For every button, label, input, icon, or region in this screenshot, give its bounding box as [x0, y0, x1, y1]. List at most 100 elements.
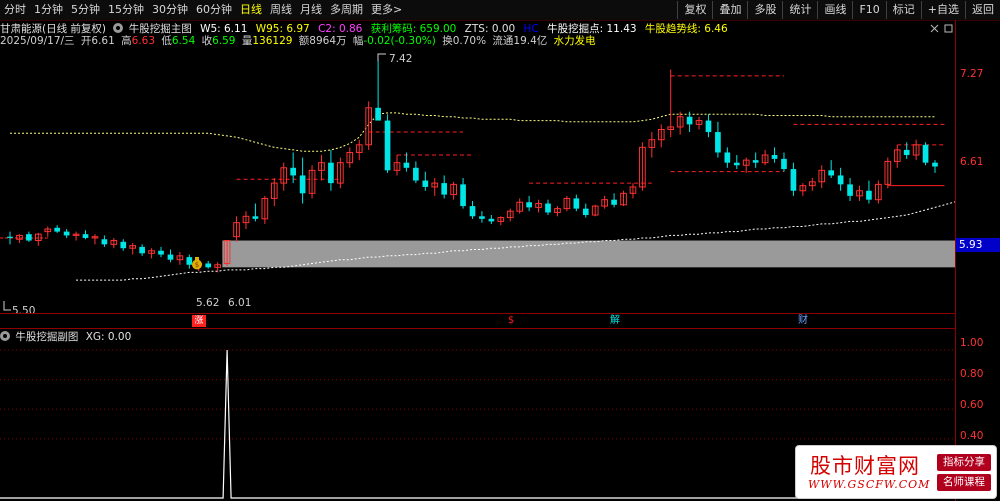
toolbar-button[interactable]: +自选: [920, 1, 965, 19]
svg-text:$: $: [195, 261, 199, 269]
money-bag-icon[interactable]: $: [190, 256, 204, 270]
candle: [280, 162, 288, 191]
candle-body: [328, 162, 334, 184]
period-tab[interactable]: 15分钟: [104, 2, 148, 18]
candle: [72, 231, 80, 241]
site-watermark-logo: 股市财富网 WWW.GSCFW.COM 指标分享 名师课程: [796, 446, 996, 498]
zts-value: ZTS: 0.00: [464, 23, 516, 35]
event-marker-unlock[interactable]: 解: [608, 315, 622, 327]
toolbar-button[interactable]: 统计: [782, 1, 817, 19]
period-tab[interactable]: 分时: [0, 2, 30, 18]
candle-body: [460, 184, 466, 207]
candle: [808, 178, 816, 191]
hc-tag: HC: [523, 23, 539, 35]
period-tab[interactable]: 更多>: [367, 2, 406, 18]
period-tab[interactable]: 30分钟: [148, 2, 192, 18]
candle-body: [63, 231, 70, 236]
maximize-icon[interactable]: [944, 24, 954, 36]
stock-name[interactable]: 甘肃能源(日线 前复权): [0, 23, 106, 35]
toolbar-button[interactable]: 画线: [817, 1, 852, 19]
candle: [601, 195, 608, 209]
candle: [479, 211, 485, 223]
period-tab[interactable]: 月线: [296, 2, 326, 18]
candle: [828, 160, 835, 178]
candle-body: [375, 107, 381, 121]
candle: [676, 111, 684, 135]
toolbar-button[interactable]: F10: [852, 1, 885, 19]
candle: [337, 157, 344, 189]
candle-body: [205, 263, 212, 268]
candle: [667, 69, 675, 138]
indicator-name[interactable]: 牛股挖掘主图: [129, 23, 192, 35]
candle: [648, 132, 656, 158]
candle: [365, 101, 373, 150]
period-tab[interactable]: 5分钟: [67, 2, 104, 18]
candle: [233, 216, 240, 242]
candle-body: [26, 234, 32, 241]
candle: [686, 111, 693, 133]
candle-body: [828, 170, 835, 176]
period-tab[interactable]: 日线: [236, 2, 266, 18]
candle: [526, 195, 532, 212]
candle: [384, 114, 391, 173]
candle: [884, 157, 892, 189]
candle: [139, 244, 145, 256]
dig-point-value: 牛股挖掘点: 11.43: [547, 23, 637, 35]
event-marker-dividend[interactable]: $: [504, 315, 518, 327]
candle-body: [526, 202, 532, 208]
candle: [252, 203, 259, 222]
candle: [705, 114, 712, 138]
candle: [355, 139, 363, 161]
candle: [799, 183, 807, 196]
period-tab[interactable]: 1分钟: [30, 2, 67, 18]
candle: [573, 194, 580, 212]
candle: [761, 149, 769, 166]
candle-body: [715, 132, 721, 153]
toolbar-button[interactable]: 返回: [965, 1, 1000, 19]
high-mark-arrow-icon: [377, 52, 387, 62]
candle-body: [139, 246, 145, 254]
w5-value: W5: 6.11: [200, 23, 248, 35]
period-tab[interactable]: 周线: [266, 2, 296, 18]
period-tab[interactable]: 60分钟: [192, 2, 236, 18]
candle: [270, 178, 278, 207]
candle: [497, 216, 505, 226]
main-chart[interactable]: [0, 44, 955, 312]
toolbar-button[interactable]: 复权: [677, 1, 712, 19]
toolbar-button[interactable]: 标记: [885, 1, 921, 19]
period-tab[interactable]: 多周期: [326, 2, 367, 18]
event-row-top-divider: [0, 313, 955, 314]
candle: [875, 180, 882, 204]
candle: [34, 232, 42, 246]
candle: [657, 124, 665, 148]
trend-line-value: 牛股趋势线: 6.46: [644, 23, 728, 35]
candle-body: [54, 227, 61, 232]
candle-body: [403, 162, 410, 168]
event-marker-finance[interactable]: 财: [796, 315, 810, 327]
candle: [242, 211, 250, 230]
candle-body: [422, 180, 429, 187]
right-toolbar: 复权 叠加 多股 统计 画线 F10 标记 +自选 返回: [677, 1, 1000, 19]
candle-body: [922, 144, 929, 163]
event-marker-limit-up[interactable]: 涨: [192, 315, 206, 327]
candle-body: [611, 199, 617, 205]
support-a-label: 5.62: [196, 297, 220, 309]
sub-gear-icon[interactable]: [0, 331, 10, 341]
candle: [695, 116, 703, 130]
watermark-tag-indicator-share: 指标分享: [937, 454, 991, 471]
gear-icon[interactable]: [113, 23, 124, 33]
candle: [715, 121, 721, 158]
candle: [629, 183, 637, 199]
toolbar-button[interactable]: 叠加: [712, 1, 747, 19]
candle: [120, 239, 127, 251]
toolbar-button[interactable]: 多股: [747, 1, 782, 19]
sub-tick: 0.40: [960, 430, 984, 442]
price-axis: 7.27 6.61 5.93 1.00 0.80 0.60 0.40: [955, 20, 1000, 501]
candle: [375, 60, 381, 121]
candle: [460, 178, 466, 209]
low-mark-arrow-icon: [2, 300, 12, 312]
candle: [318, 155, 325, 181]
candle-body: [252, 216, 259, 219]
candle-body: [781, 158, 787, 170]
candle: [922, 142, 929, 166]
